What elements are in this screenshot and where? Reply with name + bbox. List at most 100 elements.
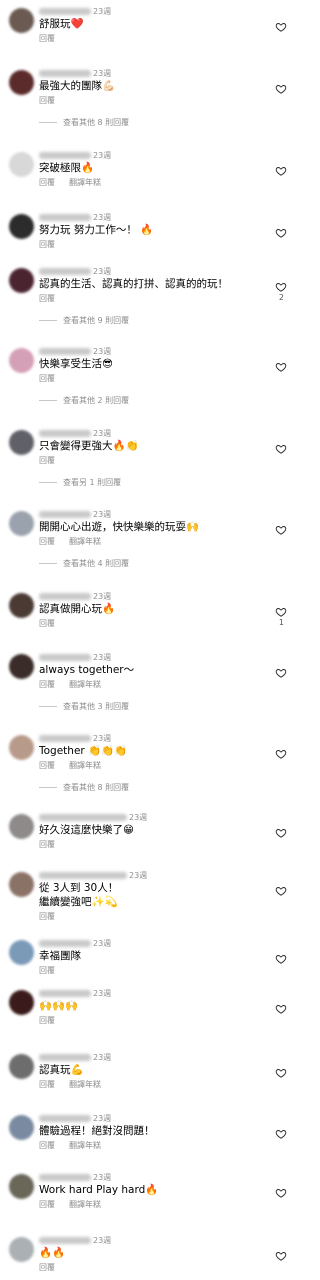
avatar[interactable] <box>9 430 34 455</box>
comment-actions: 回覆 <box>39 618 69 629</box>
avatar[interactable] <box>9 1174 34 1199</box>
avatar[interactable] <box>9 268 34 293</box>
reply-button[interactable]: 回覆 <box>39 840 55 849</box>
comment-actions: 回覆 翻譯年糕 <box>39 1140 115 1151</box>
translate-button[interactable]: 翻譯年糕 <box>69 1200 101 1209</box>
like-heart-icon[interactable] <box>275 18 287 32</box>
view-replies-link[interactable]: 查看其他 3 則回覆 <box>39 701 129 712</box>
comment-text: 開開心心出遊，快快樂樂的玩耍🙌 <box>39 521 200 533</box>
avatar[interactable] <box>9 1054 34 1079</box>
avatar[interactable] <box>9 654 34 679</box>
username-blurred[interactable] <box>39 1115 91 1122</box>
avatar[interactable] <box>9 872 34 897</box>
username-blurred[interactable] <box>39 348 91 355</box>
like-heart-icon[interactable] <box>275 521 287 535</box>
username-blurred[interactable] <box>39 735 91 742</box>
translate-button[interactable]: 翻譯年糕 <box>69 761 101 770</box>
comment-time: 23週 <box>93 1236 112 1245</box>
avatar[interactable] <box>9 814 34 839</box>
view-replies-link[interactable]: 查看另 1 則回覆 <box>39 477 121 488</box>
avatar[interactable] <box>9 8 34 33</box>
avatar[interactable] <box>9 735 34 760</box>
reply-button[interactable]: 回覆 <box>39 1141 55 1150</box>
like-heart-icon[interactable] <box>275 278 287 292</box>
username-blurred[interactable] <box>39 70 91 77</box>
reply-button[interactable]: 回覆 <box>39 619 55 628</box>
username-blurred[interactable] <box>39 1054 91 1061</box>
username-blurred[interactable] <box>39 511 91 518</box>
reply-button[interactable]: 回覆 <box>39 1200 55 1209</box>
translate-button[interactable]: 翻譯年糕 <box>69 178 101 187</box>
view-replies-link[interactable]: 查看其他 9 則回覆 <box>39 315 129 326</box>
username-blurred[interactable] <box>39 268 91 275</box>
like-heart-icon[interactable] <box>275 824 287 838</box>
reply-button[interactable]: 回覆 <box>39 966 55 975</box>
username-blurred[interactable] <box>39 872 127 879</box>
like-heart-icon[interactable] <box>275 162 287 176</box>
username-blurred[interactable] <box>39 990 91 997</box>
avatar[interactable] <box>9 152 34 177</box>
username-blurred[interactable] <box>39 430 91 437</box>
reply-button[interactable]: 回覆 <box>39 1263 55 1272</box>
reply-button[interactable]: 回覆 <box>39 96 55 105</box>
like-heart-icon[interactable] <box>275 224 287 238</box>
like-heart-icon[interactable] <box>275 1184 287 1198</box>
comment-meta: 23週 <box>39 212 111 223</box>
avatar[interactable] <box>9 511 34 536</box>
view-replies-link[interactable]: 查看其他 4 則回覆 <box>39 558 129 569</box>
comment-meta: 23週 <box>39 870 147 881</box>
reply-button[interactable]: 回覆 <box>39 1016 55 1025</box>
username-blurred[interactable] <box>39 1237 91 1244</box>
reply-button[interactable]: 回覆 <box>39 34 55 43</box>
reply-button[interactable]: 回覆 <box>39 912 55 921</box>
like-heart-icon[interactable] <box>275 950 287 964</box>
like-heart-icon[interactable] <box>275 745 287 759</box>
translate-button[interactable]: 翻譯年糕 <box>69 1141 101 1150</box>
username-blurred[interactable] <box>39 593 91 600</box>
avatar[interactable] <box>9 940 34 965</box>
username-blurred[interactable] <box>39 152 91 159</box>
like-heart-icon[interactable] <box>275 1125 287 1139</box>
reply-button[interactable]: 回覆 <box>39 1080 55 1089</box>
comment-time: 23週 <box>93 7 112 16</box>
like-heart-icon[interactable] <box>275 664 287 678</box>
view-replies-link[interactable]: 查看其他 8 則回覆 <box>39 117 129 128</box>
reply-button[interactable]: 回覆 <box>39 680 55 689</box>
avatar[interactable] <box>9 1237 34 1262</box>
like-heart-icon[interactable] <box>275 1064 287 1078</box>
username-blurred[interactable] <box>39 654 91 661</box>
reply-button[interactable]: 回覆 <box>39 761 55 770</box>
view-replies-link[interactable]: 查看其他 2 則回覆 <box>39 395 129 406</box>
comment-text: Work hard Play hard🔥 <box>39 1184 159 1196</box>
comment-meta: 23週 <box>39 812 147 823</box>
avatar[interactable] <box>9 70 34 95</box>
reply-button[interactable]: 回覆 <box>39 374 55 383</box>
like-heart-icon[interactable] <box>275 80 287 94</box>
username-blurred[interactable] <box>39 1174 91 1181</box>
reply-button[interactable]: 回覆 <box>39 537 55 546</box>
like-heart-icon[interactable] <box>275 1000 287 1014</box>
translate-button[interactable]: 翻譯年糕 <box>69 680 101 689</box>
avatar[interactable] <box>9 214 34 239</box>
view-replies-label: 查看其他 2 則回覆 <box>63 396 130 405</box>
username-blurred[interactable] <box>39 814 127 821</box>
reply-button[interactable]: 回覆 <box>39 456 55 465</box>
avatar[interactable] <box>9 1115 34 1140</box>
avatar[interactable] <box>9 593 34 618</box>
avatar[interactable] <box>9 990 34 1015</box>
like-heart-icon[interactable] <box>275 358 287 372</box>
reply-button[interactable]: 回覆 <box>39 294 55 303</box>
reply-button[interactable]: 回覆 <box>39 240 55 249</box>
translate-button[interactable]: 翻譯年糕 <box>69 537 101 546</box>
view-replies-link[interactable]: 查看其他 8 則回覆 <box>39 782 129 793</box>
avatar[interactable] <box>9 348 34 373</box>
like-heart-icon[interactable] <box>275 440 287 454</box>
like-heart-icon[interactable] <box>275 603 287 617</box>
reply-button[interactable]: 回覆 <box>39 178 55 187</box>
like-heart-icon[interactable] <box>275 1247 287 1261</box>
username-blurred[interactable] <box>39 214 91 221</box>
like-heart-icon[interactable] <box>275 882 287 896</box>
username-blurred[interactable] <box>39 8 91 15</box>
username-blurred[interactable] <box>39 940 91 947</box>
translate-button[interactable]: 翻譯年糕 <box>69 1080 101 1089</box>
